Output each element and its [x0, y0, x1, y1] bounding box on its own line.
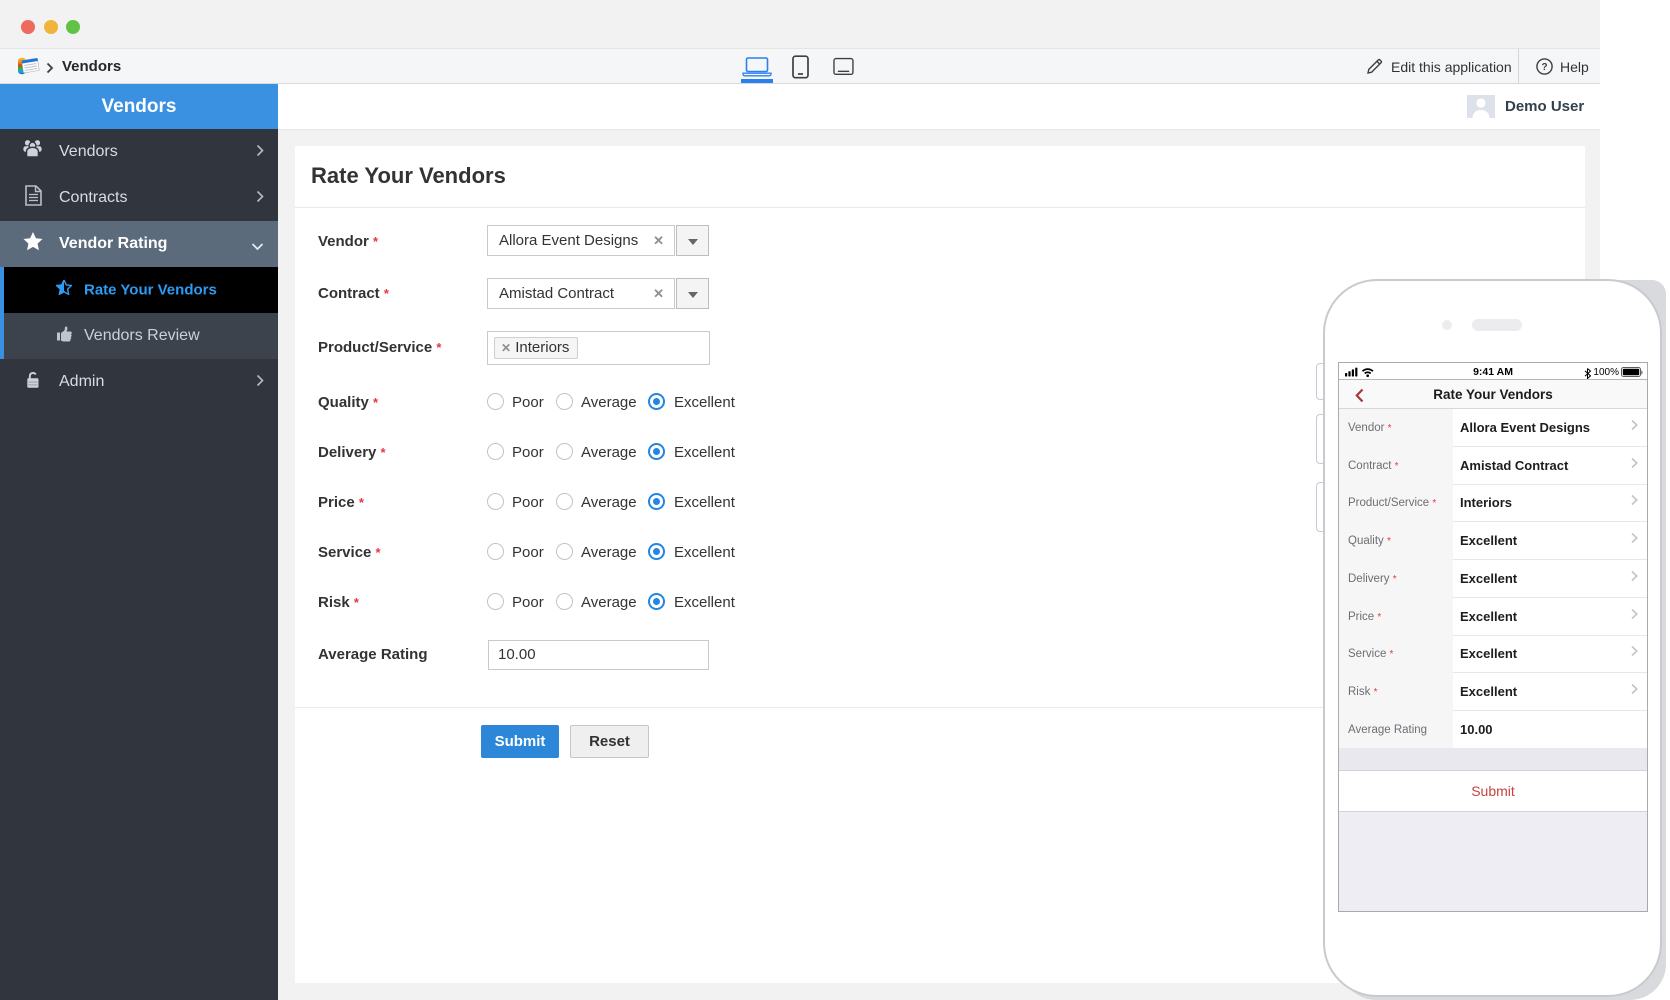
svg-text:?: ? [1541, 62, 1547, 73]
